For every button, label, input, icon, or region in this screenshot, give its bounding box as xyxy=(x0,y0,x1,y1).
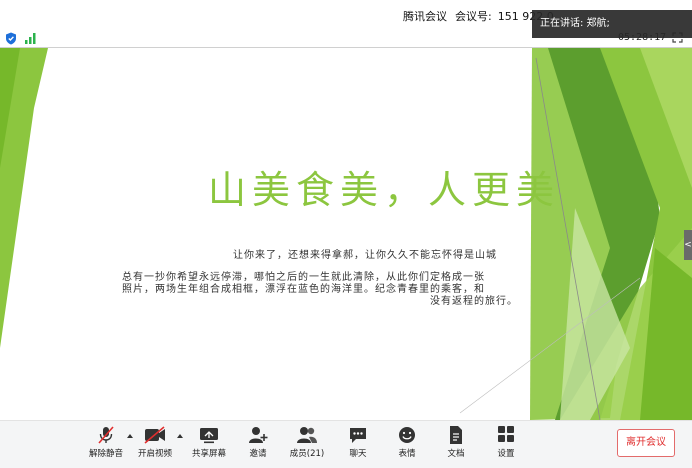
emoji-icon xyxy=(399,427,415,443)
speaking-notice: 正在讲话: 郑航; xyxy=(532,10,692,38)
slide-text-line-1: 让你来了，还想来得拿郝，让你久久不能忘怀得是山城 xyxy=(233,250,497,261)
share-screen-label: 共享屏幕 xyxy=(191,449,226,459)
share-screen-button[interactable]: 共享屏幕 xyxy=(187,425,231,459)
shield-icon[interactable] xyxy=(5,32,17,45)
members-icon xyxy=(297,427,317,443)
chat-label: 聊天 xyxy=(349,449,367,459)
signal-icon[interactable] xyxy=(24,32,38,44)
start-video-label: 开启视频 xyxy=(137,449,172,459)
settings-label: 设置 xyxy=(497,449,515,459)
chat-icon xyxy=(350,428,366,443)
emoji-button[interactable]: 表情 xyxy=(385,425,429,459)
unmute-label: 解除静音 xyxy=(88,449,123,459)
chat-button[interactable]: 聊天 xyxy=(336,425,380,459)
settings-button[interactable]: 设置 xyxy=(484,425,528,459)
video-options-caret-icon[interactable] xyxy=(176,433,184,439)
invite-button[interactable]: 邀请 xyxy=(236,425,280,459)
slide-text-line-4: 没有返程的旅行。 xyxy=(430,296,518,307)
start-video-button[interactable]: 开启视频 xyxy=(133,425,177,459)
slide-title: 山美食美，人更美 xyxy=(208,168,561,212)
unmute-button[interactable]: 解除静音 xyxy=(84,425,128,459)
invite-icon xyxy=(249,427,268,443)
side-panel-toggle[interactable]: < xyxy=(684,230,692,260)
leave-meeting-button[interactable]: 离开会议 xyxy=(617,429,675,457)
document-button[interactable]: 文档 xyxy=(434,425,478,459)
document-icon xyxy=(450,426,462,444)
members-label: 成员(21) xyxy=(289,449,325,459)
video-off-icon xyxy=(144,426,165,444)
slide-decoration xyxy=(0,48,692,420)
settings-icon xyxy=(498,426,514,442)
emoji-label: 表情 xyxy=(398,449,416,459)
mic-muted-icon xyxy=(98,426,114,444)
document-label: 文档 xyxy=(447,449,465,459)
shared-slide: 山美食美，人更美 让你来了，还想来得拿郝，让你久久不能忘怀得是山城 总有一抄你希… xyxy=(0,48,692,420)
app-name: 腾讯会议 xyxy=(403,10,447,23)
meeting-toolbar: 解除静音 开启视频 共享屏幕 邀请 成员(21) 聊天 表情 文档 设置 离开会… xyxy=(0,420,692,468)
meeting-id-label: 会议号: xyxy=(455,10,492,23)
share-screen-icon xyxy=(200,428,218,444)
invite-label: 邀请 xyxy=(249,449,267,459)
members-button[interactable]: 成员(21) xyxy=(285,425,329,459)
